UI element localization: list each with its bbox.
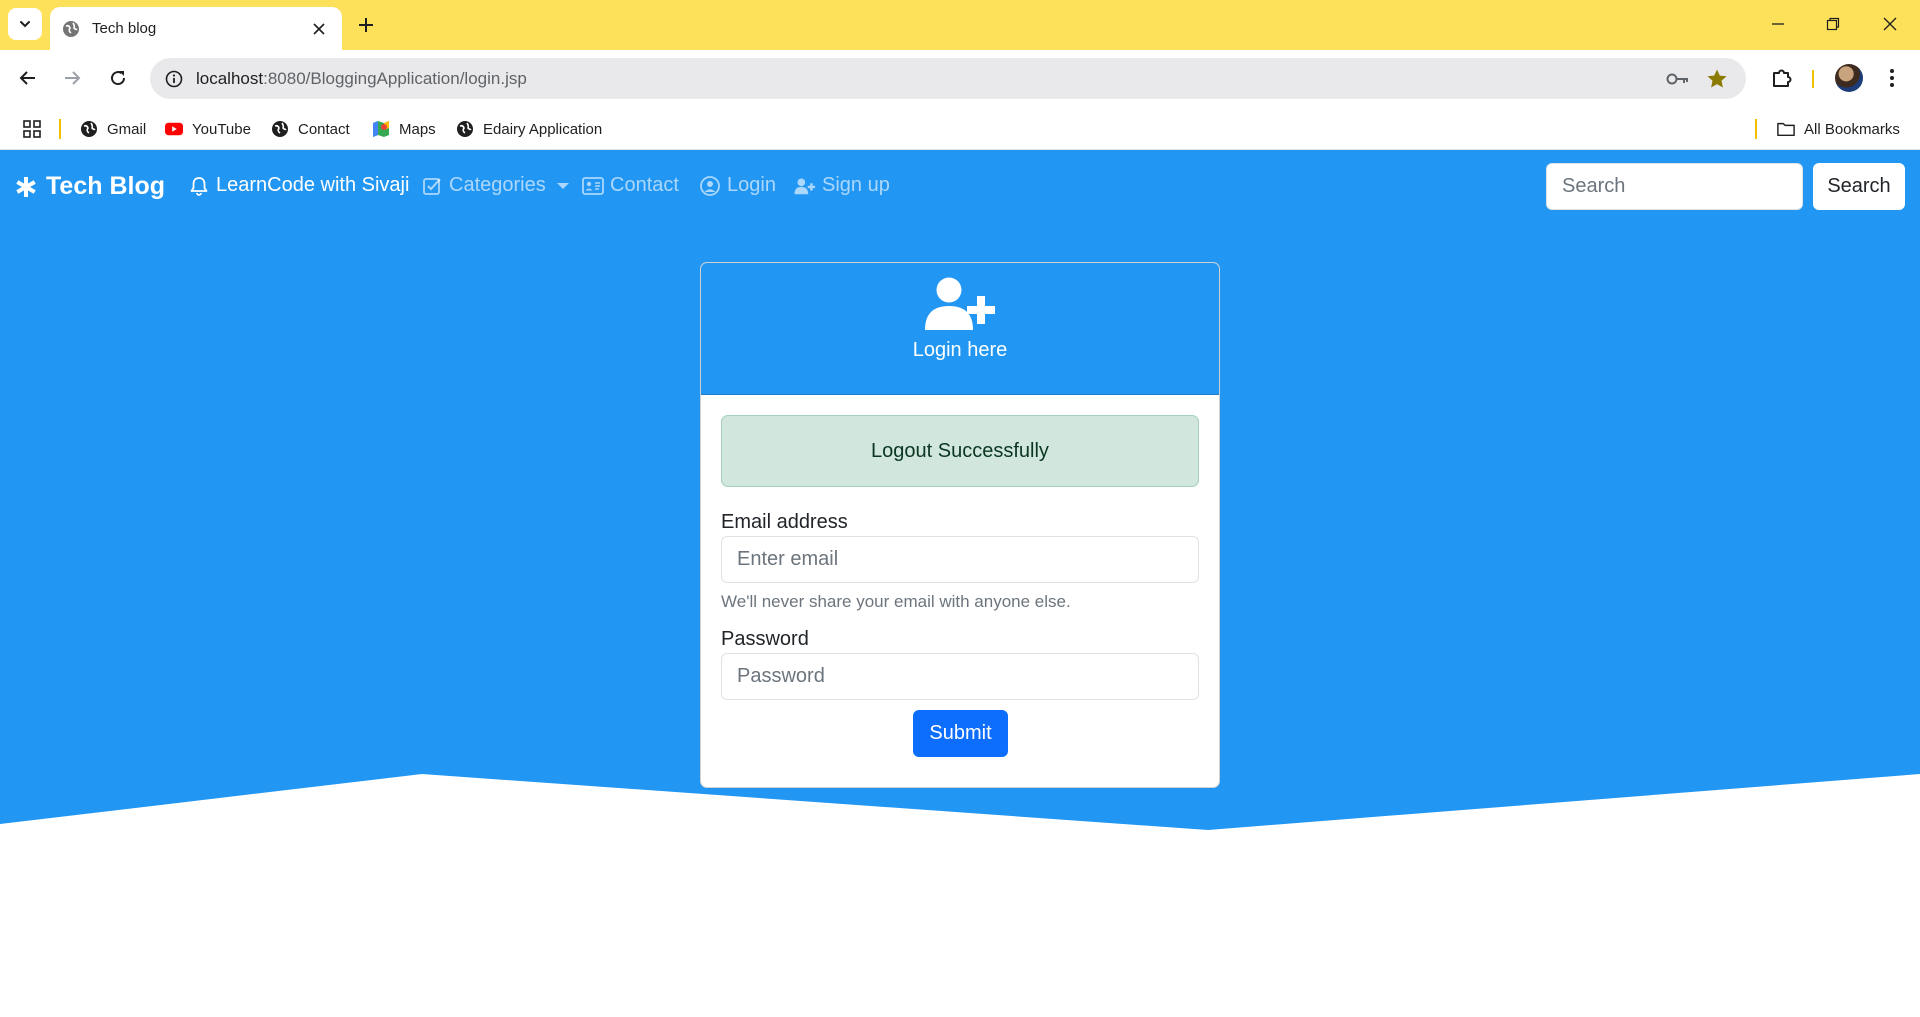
login-card-title: Login here: [912, 339, 1008, 361]
submit-button[interactable]: Submit: [913, 710, 1008, 757]
youtube-icon: [165, 120, 183, 138]
maps-icon: [372, 120, 390, 138]
nav-link-login[interactable]: Login: [699, 174, 776, 197]
forward-button[interactable]: [56, 62, 88, 94]
avatar[interactable]: [1835, 64, 1863, 92]
nav-link-signup[interactable]: Sign up: [794, 174, 890, 197]
nav-link-categories[interactable]: Categories: [421, 174, 569, 197]
site-navbar: Tech Blog LearnCode with Sivaji Categori…: [0, 150, 1920, 224]
search-input[interactable]: [1546, 163, 1803, 210]
globe-icon: [62, 20, 80, 38]
address-card-icon: [582, 175, 604, 197]
bookmarks-separator: [1755, 119, 1757, 139]
url-text: localhost:8080/BloggingApplication/login…: [196, 69, 527, 89]
password-label: Password: [721, 628, 809, 650]
globe-icon: [271, 120, 289, 138]
bookmark-edairy-application[interactable]: Edairy Application: [456, 115, 602, 143]
login-card: Login here Logout Successfully Email add…: [700, 262, 1220, 788]
browser-toolbar: localhost:8080/BloggingApplication/login…: [0, 50, 1920, 107]
close-window-button[interactable]: [1872, 10, 1908, 38]
nav-link-label: Categories: [449, 174, 546, 196]
asterisk-icon: [14, 175, 38, 199]
address-bar[interactable]: localhost:8080/BloggingApplication/login…: [150, 58, 1746, 99]
site-info-icon[interactable]: [162, 67, 186, 91]
arrow-left-icon: [19, 71, 35, 85]
nav-link-label: LearnCode with Sivaji: [216, 174, 410, 196]
bookmarks-bar: Gmail YouTube Contact Maps Edairy Applic…: [0, 107, 1920, 150]
search-button[interactable]: Search: [1813, 163, 1905, 210]
back-button[interactable]: [12, 62, 44, 94]
close-icon: [1883, 17, 1897, 31]
close-tab-icon[interactable]: [308, 18, 330, 40]
bookmark-label: Maps: [399, 120, 436, 138]
reload-icon: [111, 71, 126, 86]
login-card-header: Login here: [701, 263, 1219, 395]
email-help-text: We'll never share your email with anyone…: [721, 592, 1071, 611]
nav-link-learncode[interactable]: LearnCode with Sivaji: [188, 174, 409, 197]
browser-tab[interactable]: Tech blog: [50, 7, 342, 50]
caret-down-icon: [556, 182, 569, 189]
page-content: Tech Blog LearnCode with Sivaji Categori…: [0, 150, 1920, 1017]
bookmark-label: Edairy Application: [483, 120, 603, 138]
bookmark-label: Contact: [298, 120, 350, 138]
plus-icon: [359, 18, 373, 32]
all-bookmarks-button[interactable]: All Bookmarks: [1777, 115, 1900, 143]
brand-title: Tech Blog: [46, 172, 165, 200]
url-host: localhost: [196, 68, 264, 88]
restore-button[interactable]: [1815, 10, 1851, 38]
chevron-down-icon: [20, 21, 30, 28]
password-field[interactable]: [721, 653, 1199, 700]
bookmark-youtube[interactable]: YouTube: [165, 115, 251, 143]
star-icon[interactable]: [1704, 66, 1730, 92]
bookmarks-separator: [59, 119, 61, 139]
nav-link-contact[interactable]: Contact: [582, 174, 679, 197]
nav-link-label: Login: [727, 174, 776, 196]
reload-button[interactable]: [102, 62, 134, 94]
bookmark-contact[interactable]: Contact: [271, 115, 350, 143]
bookmark-gmail[interactable]: Gmail: [80, 115, 146, 143]
minimize-button[interactable]: [1760, 10, 1796, 38]
tab-title: Tech blog: [92, 20, 157, 37]
puzzle-icon: [1773, 69, 1792, 87]
arrow-right-icon: [65, 71, 81, 85]
new-tab-button[interactable]: [352, 11, 380, 39]
bookmark-maps[interactable]: Maps: [372, 115, 436, 143]
toolbar-separator: [1812, 70, 1814, 88]
email-label: Email address: [721, 511, 848, 533]
bookmark-label: Gmail: [107, 120, 147, 138]
tab-search-button[interactable]: [8, 8, 42, 40]
user-plus-icon: [924, 275, 996, 331]
logout-success-alert: Logout Successfully: [721, 415, 1199, 487]
folder-icon: [1777, 120, 1795, 138]
restore-icon: [1826, 17, 1840, 31]
nav-link-label: Contact: [610, 174, 679, 196]
globe-icon: [80, 120, 98, 138]
email-field[interactable]: [721, 536, 1199, 583]
globe-icon: [456, 120, 474, 138]
key-icon[interactable]: [1666, 67, 1690, 91]
check-square-icon: [421, 175, 443, 197]
url-path: :8080/BloggingApplication/login.jsp: [263, 68, 527, 88]
browser-menu-button[interactable]: [1878, 62, 1906, 94]
tab-strip: Tech blog: [0, 0, 1920, 50]
user-plus-icon: [794, 175, 816, 197]
brand-link[interactable]: Tech Blog: [14, 172, 165, 201]
more-vert-icon: [1890, 69, 1894, 87]
all-bookmarks-label: All Bookmarks: [1804, 120, 1900, 138]
bell-icon: [188, 175, 210, 197]
bookmark-label: YouTube: [192, 120, 251, 138]
apps-icon[interactable]: [20, 117, 44, 141]
nav-link-label: Sign up: [822, 174, 890, 196]
minimize-icon: [1772, 23, 1784, 25]
user-circle-icon: [699, 175, 721, 197]
extensions-button[interactable]: [1766, 62, 1798, 94]
